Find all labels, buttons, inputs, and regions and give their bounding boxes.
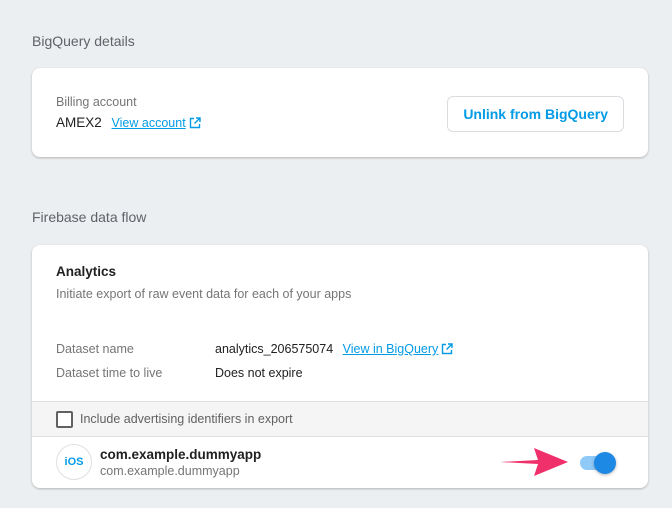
bigquery-details-card: Billing account AMEX2 View account Unlin… bbox=[32, 68, 648, 157]
unlink-from-bigquery-button[interactable]: Unlink from BigQuery bbox=[447, 96, 624, 132]
advertising-identifiers-row: Include advertising identifiers in expor… bbox=[32, 401, 648, 437]
view-in-bigquery-link[interactable]: View in BigQuery bbox=[343, 342, 454, 356]
dataset-name-label: Dataset name bbox=[56, 342, 134, 356]
billing-account-label: Billing account bbox=[56, 95, 137, 109]
view-account-link-label: View account bbox=[111, 116, 186, 130]
dataset-ttl-label: Dataset time to live bbox=[56, 366, 163, 380]
analytics-description: Initiate export of raw event data for ea… bbox=[56, 287, 352, 301]
billing-account-value: AMEX2 bbox=[56, 115, 102, 130]
dataset-ttl-value: Does not expire bbox=[215, 366, 303, 380]
app-name: com.example.dummyapp bbox=[100, 447, 262, 462]
bigquery-details-title: BigQuery details bbox=[32, 33, 135, 49]
ios-app-icon: iOS bbox=[56, 444, 92, 480]
app-bundle-id: com.example.dummyapp bbox=[100, 464, 240, 478]
billing-account-row: AMEX2 View account bbox=[56, 115, 201, 130]
advertising-identifiers-checkbox[interactable] bbox=[56, 411, 73, 428]
dataset-name-value: analytics_206575074 bbox=[215, 342, 334, 356]
firebase-data-flow-title: Firebase data flow bbox=[32, 209, 147, 225]
view-account-link[interactable]: View account bbox=[112, 116, 201, 130]
annotation-arrow-icon bbox=[500, 448, 568, 476]
advertising-identifiers-label: Include advertising identifiers in expor… bbox=[80, 412, 293, 426]
external-link-icon bbox=[442, 343, 453, 355]
dataset-name-row: analytics_206575074 View in BigQuery bbox=[215, 342, 453, 356]
toggle-thumb bbox=[594, 452, 616, 474]
external-link-icon bbox=[189, 117, 201, 129]
analytics-title: Analytics bbox=[56, 264, 117, 279]
view-in-bigquery-link-label: View in BigQuery bbox=[342, 342, 439, 356]
